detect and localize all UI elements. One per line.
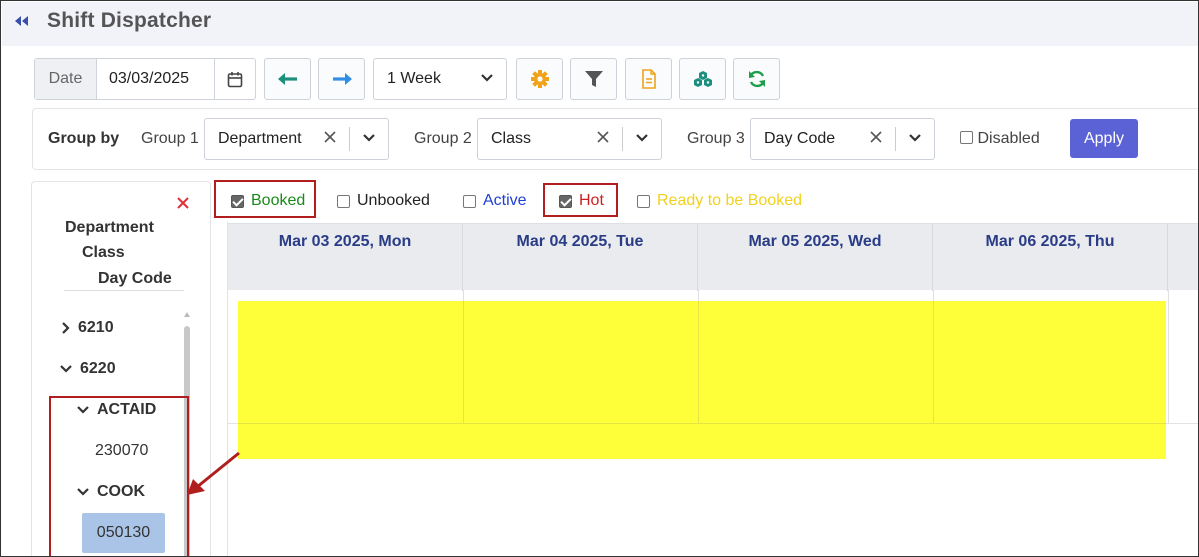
page-header: Shift Dispatcher [2, 2, 1198, 46]
select-divider [349, 127, 350, 151]
active-label: Active [483, 192, 527, 209]
filter-button[interactable] [570, 58, 617, 100]
date-label: Date [35, 59, 97, 99]
date-picker[interactable]: Date 03/03/2025 [34, 58, 256, 100]
column-header: Mar 04 2025, Tue [463, 224, 698, 291]
annotation-box-hot [543, 183, 618, 217]
funnel-icon [584, 71, 603, 87]
filter-active[interactable]: Active [463, 192, 527, 210]
refresh-icon [748, 70, 765, 88]
row-divider [238, 423, 1166, 424]
group2-value: Class [491, 130, 532, 147]
app-window: Shift Dispatcher Date 03/03/2025 1 Week [0, 0, 1199, 557]
page-title: Shift Dispatcher [47, 9, 212, 32]
chevron-down-icon [60, 365, 72, 373]
document-icon [641, 69, 656, 89]
tree-header-class: Class [82, 244, 125, 261]
report-button[interactable] [625, 58, 672, 100]
tree-header-department: Department [65, 219, 154, 236]
ready-label: Ready to be Booked [657, 192, 802, 209]
settings-button[interactable] [516, 58, 563, 100]
clear-icon[interactable] [870, 131, 882, 143]
period-select[interactable]: 1 Week [373, 58, 507, 100]
column-header: Mar 06 2025, Thu [933, 224, 1168, 291]
chevron-down-icon[interactable] [362, 133, 376, 143]
clear-icon[interactable] [597, 131, 609, 143]
column-divider [1168, 290, 1169, 423]
highlighted-shift-row[interactable] [238, 301, 1166, 459]
filter-unbooked[interactable]: Unbooked [337, 192, 430, 210]
group3-value: Day Code [764, 130, 836, 147]
column-header: Mar 03 2025, Mon [228, 224, 463, 291]
chevron-down-icon [481, 74, 493, 82]
column-divider [698, 301, 699, 423]
chevron-right-icon [62, 322, 70, 334]
date-input[interactable]: 03/03/2025 [97, 59, 215, 99]
select-divider [622, 127, 623, 151]
column-header: Mar 05 2025, Wed [698, 224, 933, 291]
chevron-down-icon[interactable] [635, 133, 649, 143]
unbooked-checkbox[interactable] [337, 194, 350, 208]
group1-select[interactable]: Department [204, 118, 389, 160]
arrow-left-icon [277, 73, 297, 85]
group1-label: Group 1 [141, 130, 199, 147]
gear-icon [530, 70, 549, 88]
column-divider [933, 301, 934, 423]
schedule-grid: Mar 03 2025, Mon Mar 04 2025, Tue Mar 05… [227, 221, 1198, 556]
unbooked-label: Unbooked [357, 192, 430, 209]
collapse-icon[interactable] [12, 13, 30, 29]
previous-button[interactable] [264, 58, 311, 100]
disabled-label: Disabled [977, 130, 1040, 147]
group3-label: Group 3 [687, 130, 745, 147]
chevron-down-icon[interactable] [908, 133, 922, 143]
tree-item-label: 6220 [80, 360, 116, 377]
group-by-label: Group by [48, 130, 120, 147]
filter-ready-to-be-booked[interactable]: Ready to be Booked [637, 192, 802, 210]
select-divider [895, 127, 896, 151]
group1-value: Department [218, 130, 302, 147]
next-button[interactable] [318, 58, 365, 100]
ready-checkbox[interactable] [637, 194, 650, 208]
period-value: 1 Week [387, 70, 441, 87]
refresh-button[interactable] [733, 58, 780, 100]
tree-item-6220[interactable]: 6220 [59, 360, 116, 378]
arrow-right-icon [332, 73, 352, 85]
apply-button[interactable]: Apply [1070, 119, 1138, 158]
calendar-icon [227, 71, 243, 87]
schedule-header: Mar 03 2025, Mon Mar 04 2025, Tue Mar 05… [228, 223, 1198, 291]
active-checkbox[interactable] [463, 194, 476, 208]
annotation-arrow-icon [187, 451, 240, 495]
cubes-icon [693, 71, 712, 87]
disabled-checkbox-box[interactable] [960, 131, 973, 144]
column-divider [463, 301, 464, 423]
tree-item-6210[interactable]: 6210 [61, 319, 114, 337]
group2-label: Group 2 [414, 130, 472, 147]
annotation-box-tree [49, 396, 189, 556]
tree-item-label: 6210 [78, 319, 114, 336]
scroll-up-arrow[interactable] [184, 312, 190, 317]
group3-select[interactable]: Day Code [750, 118, 935, 160]
group-by-bar: Group by Group 1 Department Group 2 Clas… [32, 108, 1198, 170]
close-icon[interactable] [176, 196, 190, 210]
disabled-checkbox[interactable]: Disabled [960, 130, 1040, 148]
annotation-box-booked [214, 180, 316, 218]
tree-divider [64, 290, 184, 291]
clear-icon[interactable] [324, 131, 336, 143]
tree-header-day-code: Day Code [98, 270, 172, 287]
group2-select[interactable]: Class [477, 118, 662, 160]
calendar-button[interactable] [215, 59, 255, 99]
group-button[interactable] [679, 58, 726, 100]
